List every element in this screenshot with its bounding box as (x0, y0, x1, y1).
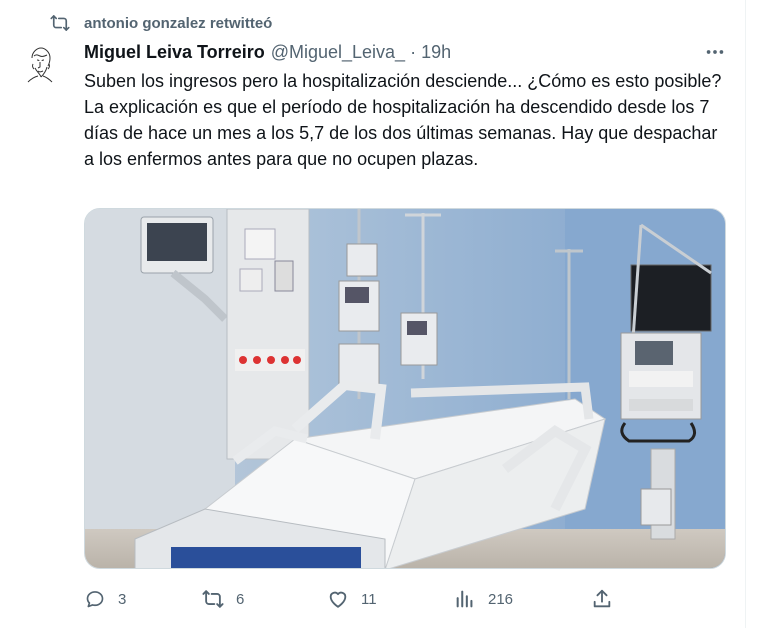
tweet-time[interactable]: 19h (421, 42, 451, 63)
retweet-context[interactable]: antonio gonzalez retwitteó (50, 12, 272, 34)
share-icon (591, 588, 613, 610)
separator-dot: · (410, 41, 417, 62)
avatar[interactable] (18, 42, 62, 86)
more-icon (706, 50, 724, 54)
share-button[interactable] (591, 585, 613, 613)
retweet-icon (50, 13, 70, 33)
like-count: 11 (361, 590, 377, 608)
tweet-actions: 3 6 11 216 (84, 585, 724, 613)
tweet-text-line: Suben los ingresos pero la hospitalizaci… (84, 71, 722, 91)
retweet-icon (202, 588, 224, 610)
reply-icon (84, 588, 106, 610)
hospital-bed-photo (85, 209, 725, 568)
views-button[interactable]: 216 (454, 585, 513, 613)
heart-icon (327, 588, 349, 610)
reply-count: 3 (118, 590, 127, 608)
retweet-button[interactable]: 6 (202, 585, 244, 613)
retweet-count: 6 (236, 590, 245, 608)
more-options-button[interactable] (702, 40, 728, 64)
tweet-text-line: La explicación es que el período de hosp… (84, 97, 718, 169)
tweet-text: Suben los ingresos pero la hospitalizaci… (84, 68, 724, 172)
like-button[interactable]: 11 (327, 585, 377, 613)
tweet-media-photo[interactable] (84, 208, 726, 569)
author-name[interactable]: Miguel Leiva Torreiro (84, 42, 265, 63)
retweeted-by-text[interactable]: antonio gonzalez retwitteó (84, 15, 272, 32)
timeline-border (745, 0, 746, 628)
reply-button[interactable]: 3 (84, 585, 126, 613)
author-handle[interactable]: @Miguel_Leiva_ (271, 42, 405, 63)
analytics-icon (454, 588, 476, 610)
views-count: 216 (488, 590, 514, 608)
tweet-header: Miguel Leiva Torreiro @Miguel_Leiva_ · 1… (84, 40, 451, 64)
